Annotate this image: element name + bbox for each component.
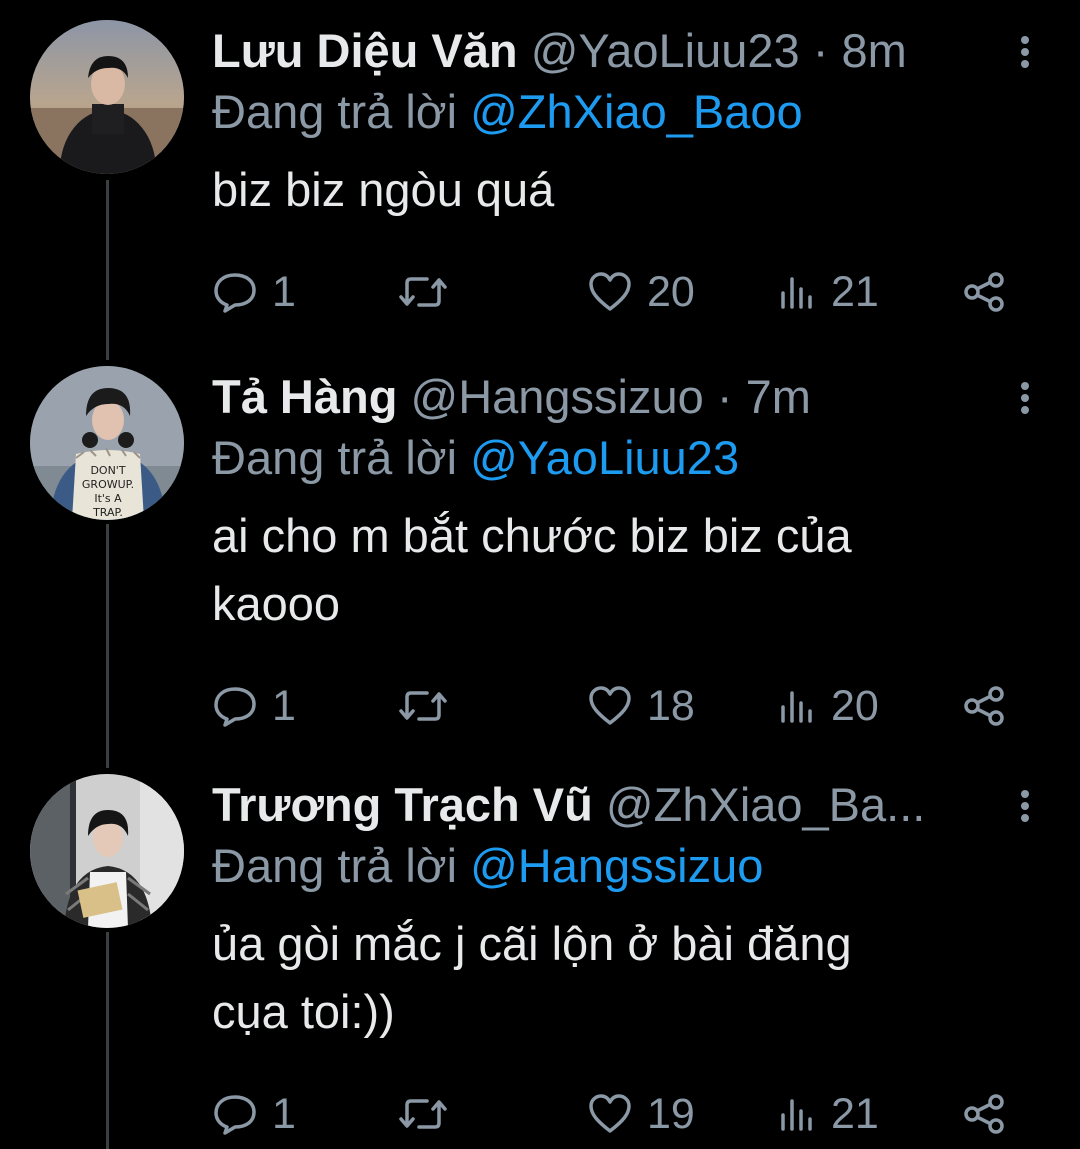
tweet-header: Trương Trạch Vũ @ZhXiao_Ba... <box>212 774 1040 836</box>
share-button[interactable] <box>962 676 1008 736</box>
svg-text:DON'T: DON'T <box>90 464 125 477</box>
like-icon <box>587 271 633 313</box>
more-icon[interactable] <box>1010 34 1040 74</box>
separator-dot: · <box>812 24 829 77</box>
like-button[interactable]: 20 <box>587 262 695 322</box>
like-icon <box>587 1093 633 1135</box>
reply-icon <box>212 685 258 727</box>
reply-prefix: Đang trả lời <box>212 839 458 892</box>
more-icon[interactable] <box>1010 788 1040 828</box>
views-count: 21 <box>831 267 879 316</box>
reply-prefix: Đang trả lời <box>212 431 458 484</box>
tweet-header: Lưu Diệu Văn @YaoLiuu23 · 8m <box>212 20 1040 82</box>
avatar[interactable] <box>30 20 184 174</box>
action-bar: 1 19 21 <box>212 1084 1040 1144</box>
tweet-text: biz biz ngòu quá <box>212 163 555 216</box>
reply-context: Đang trả lời @ZhXiao_Baoo <box>212 82 1040 142</box>
share-icon <box>962 1093 1008 1135</box>
more-icon[interactable] <box>1010 380 1040 420</box>
user-handle[interactable]: @ZhXiao_Ba... <box>606 778 925 831</box>
reply-button[interactable]: 1 <box>212 676 296 736</box>
display-name[interactable]: Lưu Diệu Văn <box>212 24 518 77</box>
reply-count: 1 <box>272 681 296 730</box>
separator-dot: · <box>716 370 733 423</box>
retweet-button[interactable] <box>397 262 463 322</box>
retweet-icon <box>397 685 449 727</box>
user-handle[interactable]: @YaoLiuu23 <box>531 24 800 77</box>
like-count: 19 <box>647 1089 695 1138</box>
reply-icon <box>212 271 258 313</box>
reply-to-handle[interactable]: @ZhXiao_Baoo <box>470 85 803 138</box>
reply-context: Đang trả lời @Hangssizuo <box>212 836 1040 896</box>
user-handle[interactable]: @Hangssizuo <box>410 370 703 423</box>
action-bar: 1 20 21 <box>212 262 1040 322</box>
views-icon <box>777 685 817 727</box>
avatar[interactable] <box>30 774 184 928</box>
views-count: 20 <box>831 681 879 730</box>
tweet-header: Tả Hàng @Hangssizuo · 7m <box>212 366 1040 428</box>
reply-to-handle[interactable]: @Hangssizuo <box>470 839 763 892</box>
like-icon <box>587 685 633 727</box>
like-button[interactable]: 19 <box>587 1084 695 1144</box>
reply-count: 1 <box>272 1089 296 1138</box>
retweet-button[interactable] <box>397 676 463 736</box>
reply-prefix: Đang trả lời <box>212 85 458 138</box>
views-count: 21 <box>831 1089 879 1138</box>
svg-text:GROWUP.: GROWUP. <box>82 478 134 491</box>
svg-text:TRAP.: TRAP. <box>92 506 123 519</box>
share-button[interactable] <box>962 262 1008 322</box>
views-button[interactable]: 21 <box>777 262 879 322</box>
retweet-icon <box>397 271 449 313</box>
action-bar: 1 18 20 <box>212 676 1040 736</box>
views-button[interactable]: 20 <box>777 676 879 736</box>
retweet-button[interactable] <box>397 1084 463 1144</box>
tweet[interactable]: Trương Trạch Vũ @ZhXiao_Ba... Đang trả l… <box>0 774 1080 1149</box>
reply-button[interactable]: 1 <box>212 262 296 322</box>
tweet[interactable]: DON'T GROWUP. It's A TRAP. Tả Hàng @Hang… <box>0 366 1080 766</box>
like-button[interactable]: 18 <box>587 676 695 736</box>
share-icon <box>962 271 1008 313</box>
retweet-icon <box>397 1093 449 1135</box>
avatar[interactable]: DON'T GROWUP. It's A TRAP. <box>30 366 184 520</box>
tweet-text: ủa gòi mắc j cãi lộn ở bài đăng cụa toi:… <box>212 917 852 1038</box>
timestamp[interactable]: 7m <box>746 370 811 423</box>
reply-to-handle[interactable]: @YaoLiuu23 <box>470 431 739 484</box>
reply-context: Đang trả lời @YaoLiuu23 <box>212 428 1040 488</box>
timestamp[interactable]: 8m <box>841 24 906 77</box>
tweet[interactable]: Lưu Diệu Văn @YaoLiuu23 · 8m Đang trả lờ… <box>0 20 1080 360</box>
svg-text:It's A: It's A <box>94 492 122 505</box>
display-name[interactable]: Trương Trạch Vũ <box>212 778 593 831</box>
views-icon <box>777 271 817 313</box>
views-icon <box>777 1093 817 1135</box>
views-button[interactable]: 21 <box>777 1084 879 1144</box>
share-icon <box>962 685 1008 727</box>
like-count: 20 <box>647 267 695 316</box>
like-count: 18 <box>647 681 695 730</box>
display-name[interactable]: Tả Hàng <box>212 370 397 423</box>
tweet-text: ai cho m bắt chước biz biz của kaooo <box>212 509 852 630</box>
reply-button[interactable]: 1 <box>212 1084 296 1144</box>
reply-count: 1 <box>272 267 296 316</box>
reply-icon <box>212 1093 258 1135</box>
share-button[interactable] <box>962 1084 1008 1144</box>
